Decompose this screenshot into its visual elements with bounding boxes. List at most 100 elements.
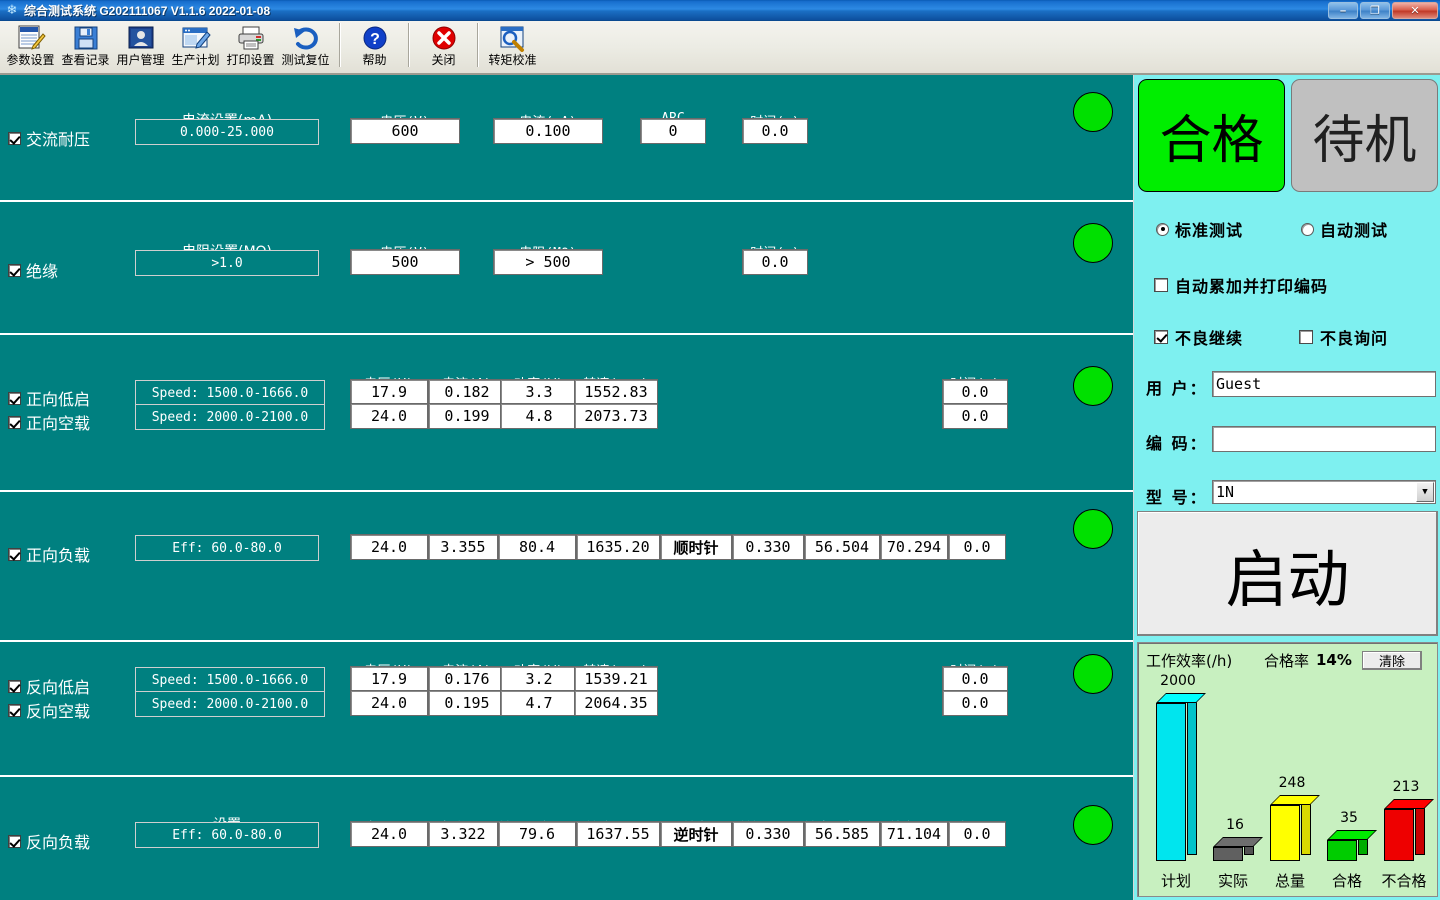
value-forward-no-load-r1-c2[interactable]: 4.8 <box>500 403 578 429</box>
user-input[interactable]: Guest <box>1212 371 1436 397</box>
value-forward-load-r0-c2[interactable]: 80.4 <box>498 534 576 560</box>
value-reverse-load-r0-c6[interactable]: 56.585 <box>804 821 880 847</box>
status-badge-pass[interactable]: 合格 <box>1138 79 1285 192</box>
value-forward-no-load-r1-c1[interactable]: 0.199 <box>428 403 506 429</box>
minimize-button[interactable]: – <box>1328 2 1358 19</box>
checkbox-box[interactable] <box>8 835 21 848</box>
value-reverse-no-load-r0-c0[interactable]: 17.9 <box>350 666 428 692</box>
checkbox-forward-load[interactable]: 正向负载 <box>8 542 90 566</box>
value-reverse-no-load-r1-c1[interactable]: 0.195 <box>428 690 506 716</box>
maximize-button[interactable]: ❐ <box>1360 2 1390 19</box>
checkbox-forward-no-load-0[interactable]: 正向低启 <box>8 386 90 410</box>
value-ac-withstand-r0-c2[interactable]: 0 <box>640 118 706 144</box>
checkbox-box[interactable] <box>8 548 21 561</box>
checkbox-continue-on-fail[interactable]: 不良继续 <box>1154 325 1243 349</box>
checkbox-auto-accumulate-print-box[interactable] <box>1154 278 1168 292</box>
setting-value-insulation[interactable]: >1.0 <box>135 250 319 276</box>
checkbox-ask-on-fail[interactable]: 不良询问 <box>1299 325 1388 349</box>
radio-standard-test-button[interactable] <box>1156 223 1169 236</box>
setting-value-reverse-no-load-0[interactable]: Speed: 1500.0-1666.0 <box>135 667 325 693</box>
checkbox-box[interactable] <box>8 132 21 145</box>
toolbar-item-help[interactable]: ? 帮助 <box>347 21 402 73</box>
checkbox-insulation[interactable]: 绝缘 <box>8 258 58 282</box>
value-reverse-load-r0-c4[interactable]: 逆时针 <box>660 821 732 847</box>
value-forward-load-r0-c0[interactable]: 24.0 <box>350 534 428 560</box>
value-reverse-load-r0-c1[interactable]: 3.322 <box>428 821 498 847</box>
model-select[interactable]: 1N ▼ <box>1212 480 1436 504</box>
toolbar-item-print-settings[interactable]: 打印设置 <box>223 21 278 73</box>
toolbar-item-production-plan[interactable]: 生产计划 <box>168 21 223 73</box>
checkbox-box[interactable] <box>8 392 21 405</box>
value-forward-load-r0-c7[interactable]: 70.294 <box>880 534 948 560</box>
value-forward-no-load-r0-c2[interactable]: 3.3 <box>500 379 578 405</box>
value-forward-load-r0-c3[interactable]: 1635.20 <box>576 534 660 560</box>
code-input[interactable] <box>1212 426 1436 452</box>
setting-value-ac-withstand[interactable]: 0.000-25.000 <box>135 119 319 145</box>
value-forward-no-load-r1-c3[interactable]: 2073.73 <box>574 403 658 429</box>
setting-value-reverse-no-load-1[interactable]: Speed: 2000.0-2100.0 <box>135 691 325 717</box>
value-forward-no-load-r1-c4[interactable]: 0.0 <box>942 403 1008 429</box>
checkbox-box[interactable] <box>8 416 21 429</box>
checkbox-box[interactable] <box>8 680 21 693</box>
checkbox-auto-accumulate-print[interactable]: 自动累加并打印编码 <box>1154 273 1328 297</box>
value-forward-no-load-r0-c4[interactable]: 0.0 <box>942 379 1008 405</box>
radio-auto-test[interactable]: 自动测试 <box>1301 217 1388 241</box>
value-reverse-no-load-r1-c3[interactable]: 2064.35 <box>574 690 658 716</box>
setting-value-forward-no-load-0[interactable]: Speed: 1500.0-1666.0 <box>135 380 325 406</box>
value-ac-withstand-r0-c0[interactable]: 600 <box>350 118 460 144</box>
value-reverse-no-load-r0-c1[interactable]: 0.176 <box>428 666 506 692</box>
value-reverse-load-r0-c0[interactable]: 24.0 <box>350 821 428 847</box>
undo-reset-icon <box>291 23 321 53</box>
toolbar-item-test-reset[interactable]: 测试复位 <box>278 21 333 73</box>
value-forward-load-r0-c5[interactable]: 0.330 <box>732 534 804 560</box>
clear-button[interactable]: 清除 <box>1362 651 1422 670</box>
value-reverse-no-load-r1-c2[interactable]: 4.7 <box>500 690 578 716</box>
value-reverse-no-load-r1-c4[interactable]: 0.0 <box>942 690 1008 716</box>
value-ac-withstand-r0-c3[interactable]: 0.0 <box>742 118 808 144</box>
checkbox-ac-withstand[interactable]: 交流耐压 <box>8 126 90 150</box>
setting-value-forward-load[interactable]: Eff: 60.0-80.0 <box>135 535 319 561</box>
value-insulation-r0-c1[interactable]: > 500 <box>493 249 603 275</box>
value-forward-no-load-r0-c1[interactable]: 0.182 <box>428 379 506 405</box>
chevron-down-icon[interactable]: ▼ <box>1416 482 1434 502</box>
value-forward-no-load-r1-c0[interactable]: 24.0 <box>350 403 428 429</box>
value-reverse-no-load-r0-c4[interactable]: 0.0 <box>942 666 1008 692</box>
checkbox-box[interactable] <box>8 264 21 277</box>
value-forward-load-r0-c4[interactable]: 顺时针 <box>660 534 732 560</box>
toolbar-item-close[interactable]: 关闭 <box>416 21 471 73</box>
value-reverse-no-load-r1-c0[interactable]: 24.0 <box>350 690 428 716</box>
radio-standard-test[interactable]: 标准测试 <box>1156 217 1243 241</box>
value-forward-no-load-r0-c3[interactable]: 1552.83 <box>574 379 658 405</box>
toolbar-item-user-management[interactable]: 用户管理 <box>113 21 168 73</box>
start-button[interactable]: 启动 <box>1137 511 1438 636</box>
setting-value-forward-no-load-1[interactable]: Speed: 2000.0-2100.0 <box>135 404 325 430</box>
value-insulation-r0-c0[interactable]: 500 <box>350 249 460 275</box>
value-forward-no-load-r0-c0[interactable]: 17.9 <box>350 379 428 405</box>
toolbar-item-view-records[interactable]: 查看记录 <box>58 21 113 73</box>
value-insulation-r0-c2[interactable]: 0.0 <box>742 249 808 275</box>
value-forward-load-r0-c1[interactable]: 3.355 <box>428 534 498 560</box>
status-badge-idle[interactable]: 待机 <box>1291 79 1438 192</box>
value-reverse-load-r0-c2[interactable]: 79.6 <box>498 821 576 847</box>
checkbox-box[interactable] <box>8 704 21 717</box>
close-window-button[interactable]: ✕ <box>1392 2 1438 19</box>
toolbar-item-parameter-settings[interactable]: 参数设置 <box>3 21 58 73</box>
value-reverse-load-r0-c7[interactable]: 71.104 <box>880 821 948 847</box>
checkbox-reverse-load[interactable]: 反向负载 <box>8 829 90 853</box>
value-reverse-no-load-r0-c2[interactable]: 3.2 <box>500 666 578 692</box>
checkbox-reverse-no-load-1[interactable]: 反向空载 <box>8 698 90 722</box>
value-reverse-load-r0-c3[interactable]: 1637.55 <box>576 821 660 847</box>
checkbox-reverse-no-load-0[interactable]: 反向低启 <box>8 674 90 698</box>
toolbar-item-torque-calibration[interactable]: 转矩校准 <box>485 21 540 73</box>
setting-value-reverse-load[interactable]: Eff: 60.0-80.0 <box>135 822 319 848</box>
value-reverse-load-r0-c5[interactable]: 0.330 <box>732 821 804 847</box>
value-ac-withstand-r0-c1[interactable]: 0.100 <box>493 118 603 144</box>
value-reverse-load-r0-c8[interactable]: 0.0 <box>948 821 1006 847</box>
checkbox-ask-on-fail-box[interactable] <box>1299 330 1313 344</box>
checkbox-continue-on-fail-box[interactable] <box>1154 330 1168 344</box>
radio-auto-test-button[interactable] <box>1301 223 1314 236</box>
checkbox-forward-no-load-1[interactable]: 正向空载 <box>8 410 90 434</box>
value-forward-load-r0-c8[interactable]: 0.0 <box>948 534 1006 560</box>
value-reverse-no-load-r0-c3[interactable]: 1539.21 <box>574 666 658 692</box>
value-forward-load-r0-c6[interactable]: 56.504 <box>804 534 880 560</box>
